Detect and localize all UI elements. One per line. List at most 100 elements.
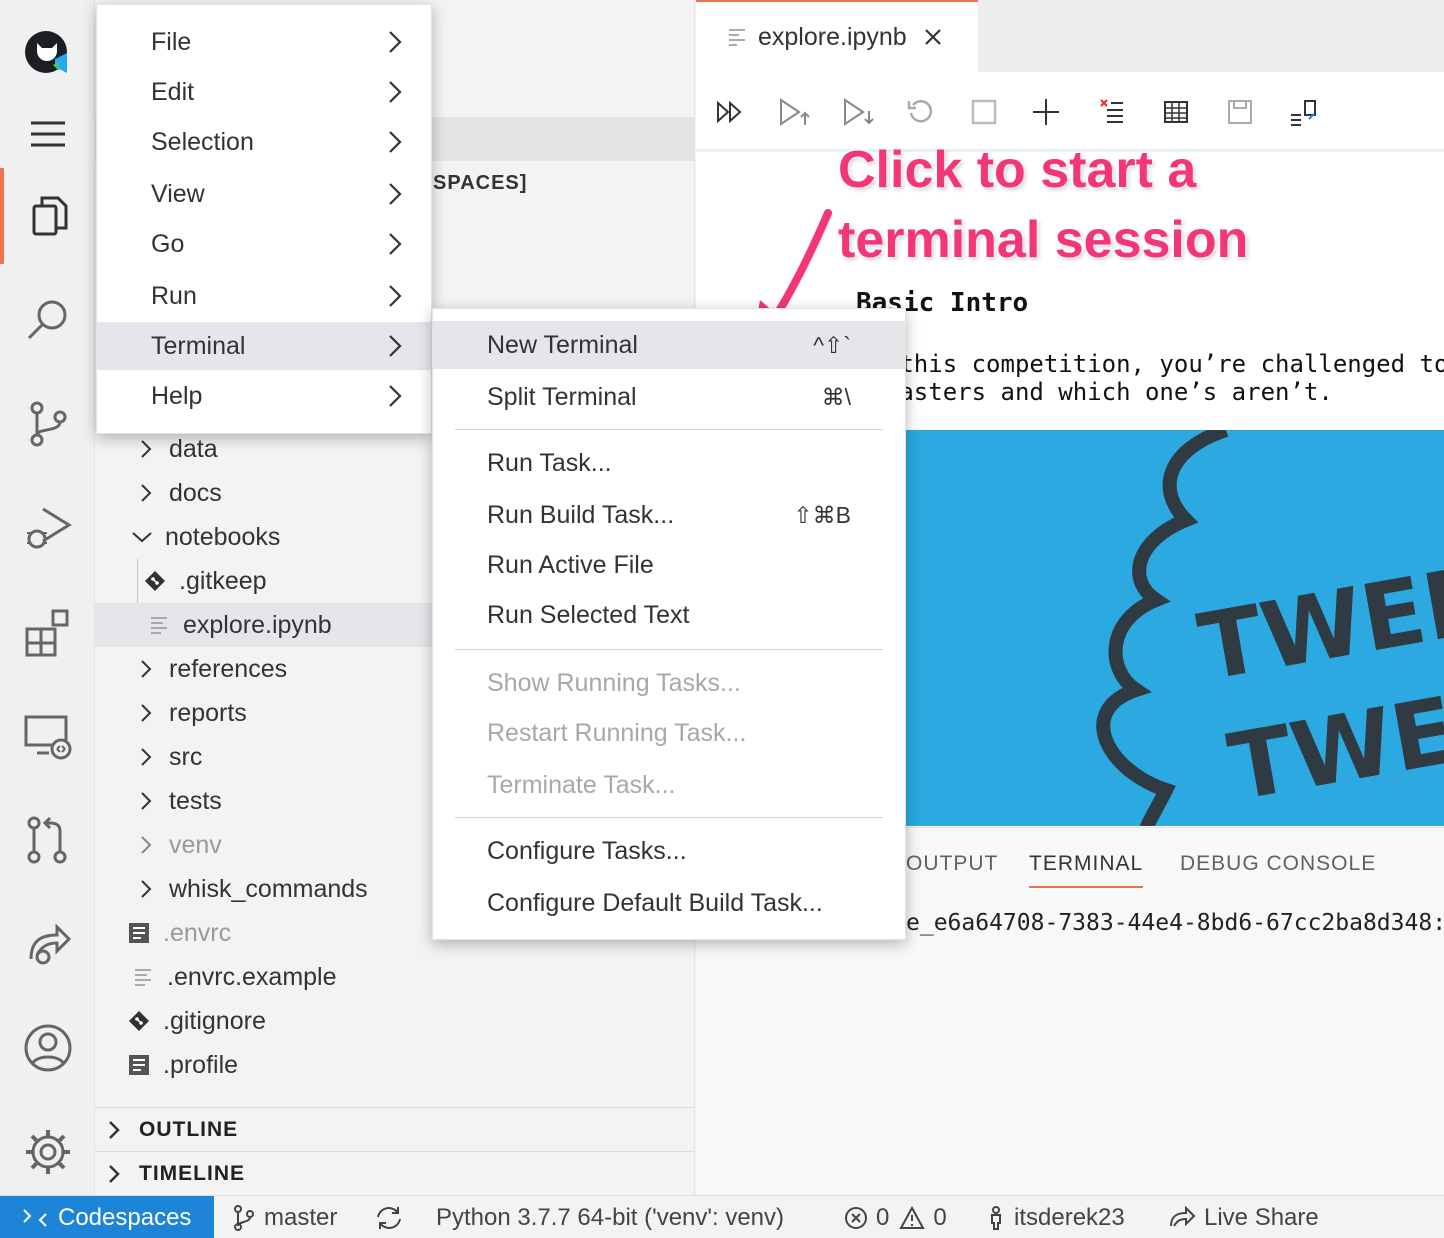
terminal-prompt[interactable]: e_e6a64708-7383-44e4-8bd6-67cc2ba8d348: [906,910,1444,936]
menu-item-view[interactable]: View [97,170,431,218]
chevron-right-icon [387,384,403,408]
notebook-file-icon [147,613,171,637]
menu-item-run-selected-text[interactable]: Run Selected Text [433,591,905,639]
tree-label: references [169,654,288,683]
tree-label: src [169,742,203,771]
menu-item-label: File [151,27,192,56]
git-file-icon [127,1009,151,1033]
problems-status[interactable]: 0 0 [844,1196,947,1238]
chevron-right-icon [387,284,403,308]
menu-item-configure-tasks[interactable]: Configure Tasks... [433,827,905,875]
files-icon[interactable] [0,168,95,264]
tab-debug-console[interactable]: DEBUG CONSOLE [1180,852,1376,876]
tree-label: venv [169,830,222,859]
live-share-icon[interactable] [0,896,95,992]
menu-item-label: New Terminal [487,330,638,359]
tree-label: tests [169,786,222,815]
accounts-icon[interactable] [0,1000,95,1096]
tree-file-profile[interactable]: .profile [95,1043,694,1087]
python-interpreter-status[interactable]: Python 3.7.7 64-bit ('venv': venv) [436,1196,784,1238]
menu-item-go[interactable]: Go [97,220,431,268]
chevron-right-icon [135,878,157,900]
outline-section-header[interactable]: OUTLINE [95,1107,694,1151]
menu-item-selection[interactable]: Selection [97,118,431,166]
menu-item-run[interactable]: Run [97,272,431,320]
add-cell-icon[interactable] [1026,92,1066,132]
source-control-icon[interactable] [0,376,95,472]
chevron-right-icon [135,746,157,768]
menu-item-edit[interactable]: Edit [97,68,431,116]
tree-file-envrc-example[interactable]: .envrc.example [95,955,694,999]
settings-gear-icon[interactable] [0,1104,95,1200]
terminal-submenu: New Terminal ^⇧` Split Terminal ⌘\ Run Tas… [432,308,906,940]
menu-item-label: Run Selected Text [487,600,690,629]
restart-kernel-icon[interactable] [900,92,940,132]
branch-status[interactable]: master [232,1196,337,1238]
tree-label: docs [169,478,222,507]
menu-separator [455,429,883,430]
tab-explore-ipynb[interactable]: explore.ipynb [696,0,978,72]
extensions-icon[interactable] [0,584,95,680]
menu-item-split-terminal[interactable]: Split Terminal ⌘\ [433,373,905,421]
clear-outputs-icon[interactable] [1092,92,1132,132]
warning-count: 0 [933,1203,947,1231]
tree-file-gitignore[interactable]: .gitignore [95,999,694,1043]
editor-tab-bar: explore.ipynb [696,0,1444,72]
menu-item-help[interactable]: Help [97,372,431,420]
tree-label: data [169,434,218,463]
run-debug-icon[interactable] [0,480,95,576]
keyboard-shortcut: ⌘\ [821,383,851,410]
menu-item-label: View [151,179,205,208]
remote-explorer-icon[interactable] [0,688,95,784]
account-name: itsderek23 [1014,1203,1125,1231]
error-count: 0 [876,1203,890,1231]
menu-item-terminal[interactable]: Terminal [97,322,431,370]
timeline-section-header[interactable]: TIMELINE [95,1151,694,1195]
annotation-text: Click to start a [838,141,1197,199]
menu-item-label: Configure Tasks... [487,836,687,865]
interrupt-kernel-icon[interactable] [964,92,1004,132]
tab-output[interactable]: OUTPUT [906,852,998,876]
menu-item-label: Terminate Task... [487,770,676,799]
menu-item-new-terminal[interactable]: New Terminal ^⇧` [433,321,905,369]
tab-terminal[interactable]: TERMINAL [1029,852,1144,888]
pull-requests-icon[interactable] [0,792,95,888]
close-icon[interactable] [923,27,943,47]
menu-item-run-build-task[interactable]: Run Build Task... ⇧⌘B [433,491,905,539]
variables-icon[interactable] [1156,92,1196,132]
remote-indicator-button[interactable]: Codespaces [0,1196,214,1238]
menu-item-run-task[interactable]: Run Task... [433,439,905,487]
run-below-icon[interactable] [838,92,878,132]
menu-item-file[interactable]: File [97,18,431,66]
menu-item-label: Run [151,281,197,310]
menu-item-label: Selection [151,127,254,156]
workspace-title[interactable]: SPACES] [433,172,527,195]
tree-label: .gitignore [163,1006,266,1035]
chevron-right-icon [387,80,403,104]
tab-label: explore.ipynb [758,22,907,51]
account-status[interactable]: itsderek23 [986,1196,1125,1238]
menu-item-label: Terminal [151,331,246,360]
search-icon[interactable] [0,272,95,368]
live-share-status[interactable]: Live Share [1168,1196,1319,1238]
chevron-down-icon [131,526,153,548]
application-menu: File Edit Selection View Go Run Terminal… [96,4,432,434]
annotation-text: terminal session [838,211,1249,269]
chevron-right-icon [387,232,403,256]
menu-item-label: Split Terminal [487,382,637,411]
menu-item-configure-default-build-task[interactable]: Configure Default Build Task... [433,879,905,927]
markdown-line: disasters and which one’s aren’t. [856,378,1333,406]
menu-item-restart-running-task: Restart Running Task... [433,709,905,757]
keyboard-shortcut: ⇧⌘B [793,501,851,528]
menu-item-run-active-file[interactable]: Run Active File [433,541,905,589]
sync-button[interactable] [374,1196,412,1238]
run-above-icon[interactable] [774,92,814,132]
github-logo-icon [24,31,67,73]
save-icon[interactable] [1220,92,1260,132]
status-bar: Codespaces master Python 3.7.7 64-bit ('… [0,1195,1444,1238]
outline-label: OUTLINE [139,1117,239,1141]
export-icon[interactable] [1284,92,1324,132]
run-all-icon[interactable] [710,92,750,132]
chevron-right-icon [107,1120,129,1140]
tree-label: notebooks [165,522,281,551]
